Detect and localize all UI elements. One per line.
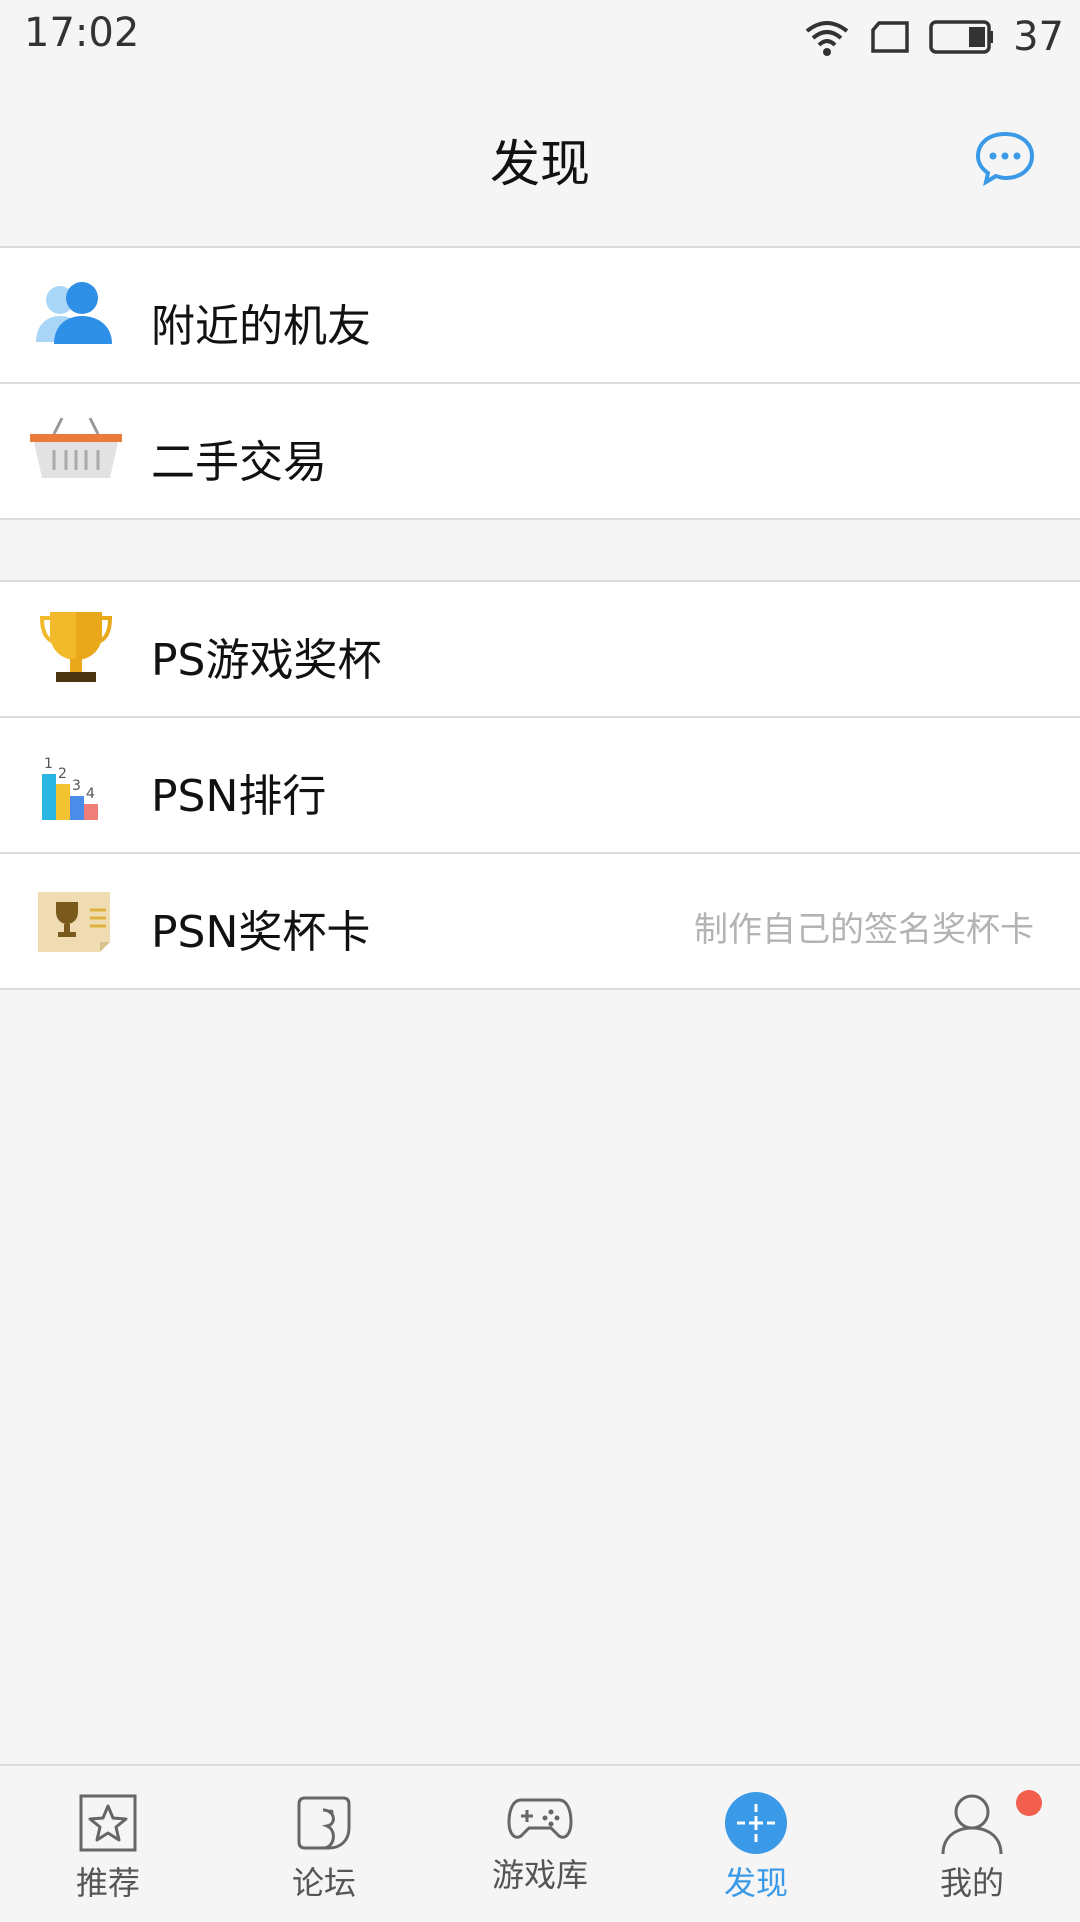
nav-tab-mine[interactable]: 我的 — [864, 1766, 1080, 1922]
svg-text:1: 1 — [44, 756, 53, 772]
wifi-icon — [805, 21, 849, 56]
list-item-ps-trophies[interactable]: PS游戏奖杯 — [0, 582, 1080, 716]
nav-label: 游戏库 — [491, 1856, 588, 1894]
nav-label: 论坛 — [291, 1864, 356, 1902]
nav-tab-forum[interactable]: 论坛 — [216, 1766, 432, 1922]
people-icon — [36, 282, 112, 344]
ranking-chart-icon: 1 2 3 4 — [42, 756, 98, 820]
page-title: 发现 — [490, 135, 590, 193]
status-bar: 17:02 37 — [0, 0, 1080, 74]
list-item-psn-trophy-card[interactable]: PSN奖杯卡 制作自己的签名奖杯卡 — [0, 852, 1080, 988]
list-item-nearby-players[interactable]: 附近的机友 — [0, 248, 1080, 382]
notification-badge — [1016, 1790, 1042, 1816]
gamepad-icon — [507, 1798, 573, 1839]
chat-bubble-icon[interactable] — [974, 130, 1036, 186]
svg-text:4: 4 — [86, 786, 95, 802]
sim-card-icon — [871, 21, 909, 53]
discover-icon — [725, 1792, 787, 1854]
battery-level: 37 — [1013, 14, 1064, 60]
nav-label: 推荐 — [75, 1864, 140, 1902]
star-icon — [79, 1794, 137, 1852]
nav-label: 我的 — [939, 1864, 1004, 1902]
header: 发现 — [0, 74, 1080, 246]
list-item-hint: 制作自己的签名奖杯卡 — [694, 910, 1034, 950]
list-group-psn: PS游戏奖杯 1 2 3 4 PSN排行 PSN奖杯卡 制作自己的签名奖杯卡 — [0, 580, 1080, 990]
svg-text:3: 3 — [72, 778, 81, 794]
list-item-label: PS游戏奖杯 — [151, 635, 382, 686]
user-icon — [941, 1794, 1003, 1855]
nav-tab-game-library[interactable]: 游戏库 — [432, 1766, 648, 1922]
battery-icon — [929, 20, 994, 54]
list-item-label: 附近的机友 — [151, 301, 371, 352]
trophy-card-icon — [38, 892, 110, 952]
status-indicators: 37 — [803, 12, 1064, 62]
nav-tab-recommend[interactable]: 推荐 — [0, 1766, 216, 1922]
status-time: 17:02 — [24, 10, 140, 56]
list-item-label: PSN奖杯卡 — [151, 907, 371, 958]
list-item-second-hand[interactable]: 二手交易 — [0, 382, 1080, 518]
trophy-icon — [39, 612, 113, 682]
list-item-label: PSN排行 — [151, 771, 327, 822]
list-item-psn-ranking[interactable]: 1 2 3 4 PSN排行 — [0, 716, 1080, 852]
svg-text:2: 2 — [58, 766, 67, 782]
forum-icon — [297, 1796, 351, 1850]
list-group-social: 附近的机友 二手交易 — [0, 246, 1080, 520]
nav-label: 发现 — [723, 1864, 788, 1902]
basket-icon — [30, 417, 122, 478]
bottom-nav: 推荐 论坛 游戏库 发现 我的 — [0, 1764, 1080, 1922]
list-item-label: 二手交易 — [151, 437, 327, 488]
nav-tab-discover[interactable]: 发现 — [648, 1766, 864, 1922]
